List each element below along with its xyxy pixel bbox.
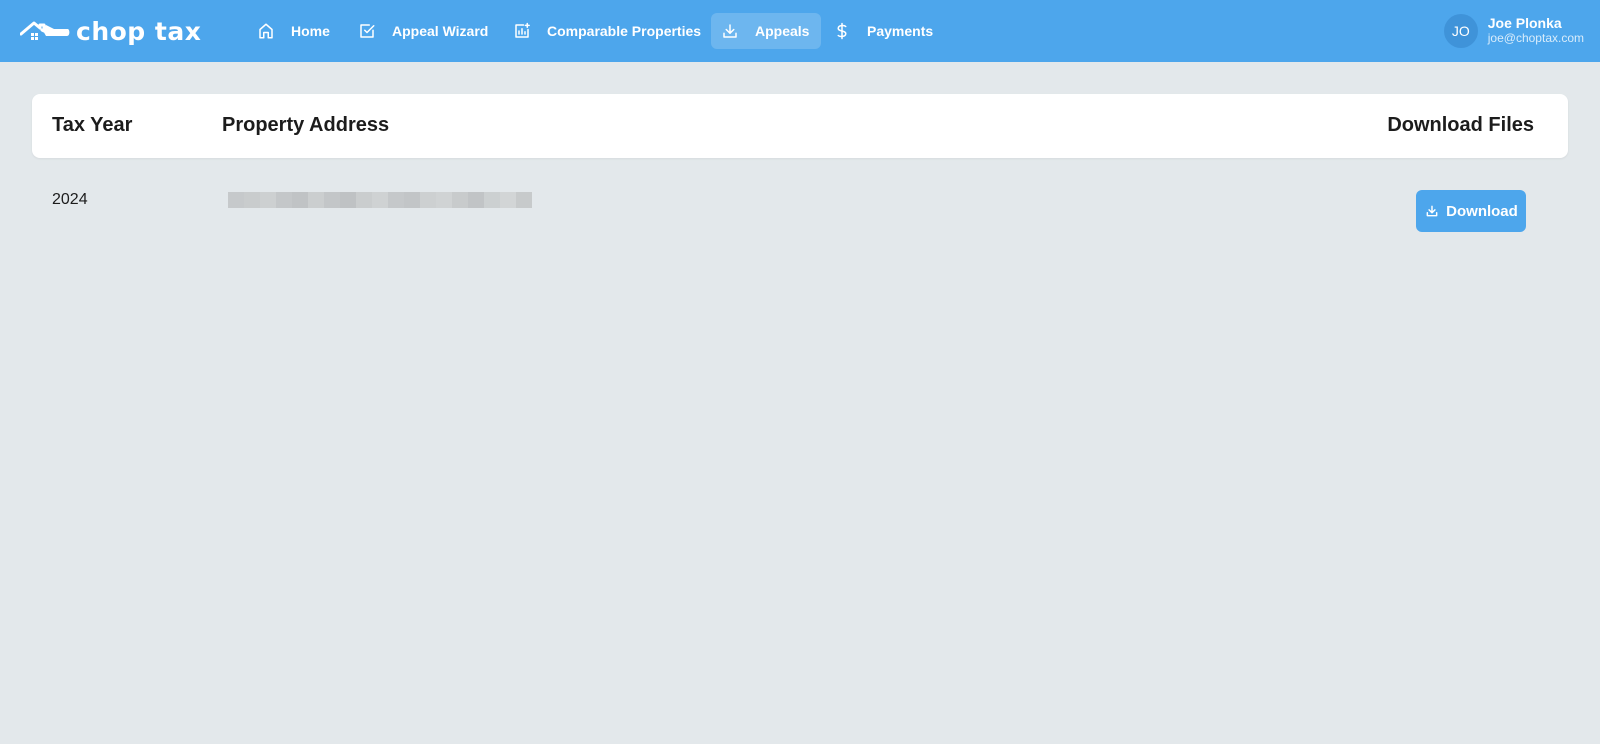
property-address-redacted: [228, 192, 532, 208]
download-icon: [1424, 203, 1440, 219]
table-header: Tax Year Property Address Download Files: [32, 94, 1568, 158]
checkbox-icon: [358, 21, 376, 41]
nav-item-appeal-wizard[interactable]: Appeal Wizard: [348, 13, 493, 49]
download-button[interactable]: Download: [1416, 190, 1526, 232]
home-icon: [257, 21, 275, 41]
nav-item-home[interactable]: Home: [247, 13, 339, 49]
nav-item-label: Comparable Properties: [547, 23, 702, 39]
avatar[interactable]: JO: [1443, 14, 1478, 48]
top-nav-bar: chop tax Home Appeal Wizard Comparable P…: [0, 0, 1600, 62]
dollar-icon: [833, 21, 851, 41]
nav-item-payments[interactable]: Payments: [823, 13, 943, 49]
nav-item-label: Appeal Wizard: [392, 23, 489, 39]
nav-item-appeals[interactable]: Appeals: [711, 13, 821, 49]
main-nav: Home Appeal Wizard Comparable Properties: [247, 13, 943, 49]
user-info: Joe Plonka joe@choptax.com: [1488, 16, 1584, 46]
table-row: 2024 Download: [32, 176, 1568, 242]
brand-logo[interactable]: chop tax: [20, 14, 201, 48]
nav-item-label: Payments: [867, 23, 934, 39]
chart-add-icon: [513, 21, 531, 41]
download-icon: [721, 21, 739, 41]
download-button-label: Download: [1446, 202, 1518, 220]
column-header-property-address: Property Address: [222, 114, 390, 136]
brand-name: chop tax: [76, 16, 202, 46]
column-header-download-files: Download Files: [1387, 114, 1534, 136]
nav-item-label: Home: [291, 23, 330, 39]
tax-year-cell: 2024: [52, 191, 88, 208]
user-name: Joe Plonka: [1487, 15, 1562, 31]
user-menu[interactable]: JO Joe Plonka joe@choptax.com: [1443, 13, 1584, 49]
nav-item-comparable-properties[interactable]: Comparable Properties: [503, 13, 702, 49]
user-email: joe@choptax.com: [1487, 31, 1584, 45]
column-header-tax-year: Tax Year: [52, 114, 133, 136]
nav-item-label: Appeals: [755, 23, 810, 39]
house-logo-icon: [20, 21, 70, 40]
